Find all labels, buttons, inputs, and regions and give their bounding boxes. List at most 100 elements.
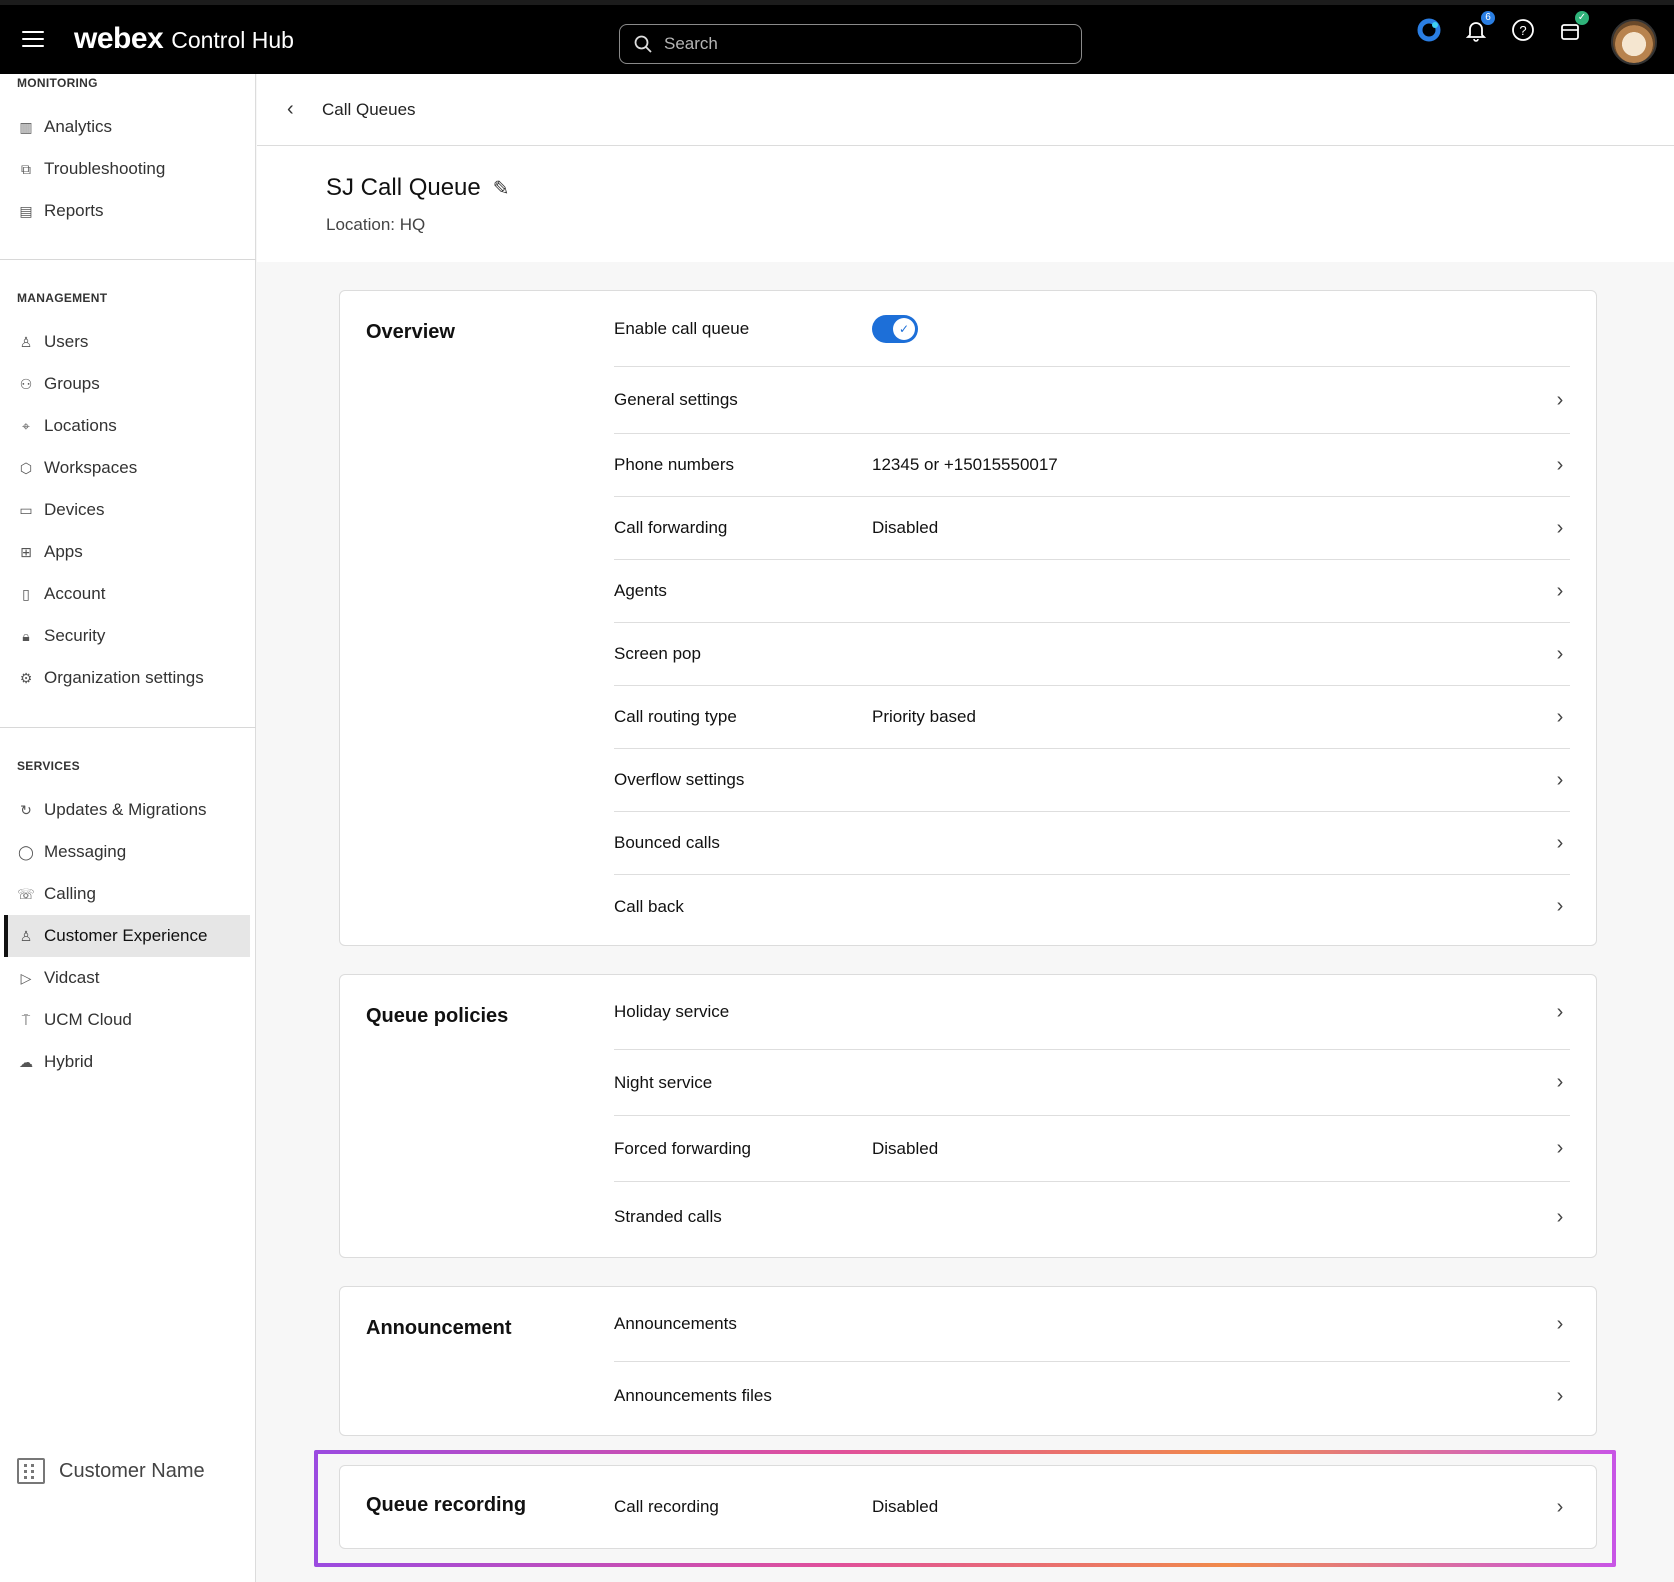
sidebar-divider xyxy=(0,727,256,728)
settings-row-call-recording[interactable]: Call recording Disabled › xyxy=(614,1466,1570,1548)
lock-icon: 🔒︎ xyxy=(22,627,30,644)
product-name: Control Hub xyxy=(171,27,294,53)
sidebar-item-calling[interactable]: ☏ Calling xyxy=(4,873,250,915)
settings-row-announcements[interactable]: Announcements › xyxy=(614,1287,1570,1362)
settings-row-general[interactable]: General settings › xyxy=(614,367,1570,434)
enable-call-queue-label: Enable call queue xyxy=(614,318,750,338)
section-title-monitoring: MONITORING xyxy=(17,76,98,90)
search-box[interactable] xyxy=(619,24,1082,64)
groups-icon: ⚇ xyxy=(19,375,33,392)
sidebar-item-workspaces[interactable]: ⬡ Workspaces xyxy=(4,447,250,489)
settings-row-announcements-files[interactable]: Announcements files › xyxy=(614,1362,1570,1430)
help-icon[interactable]: ? xyxy=(1510,17,1536,43)
message-icon: ◯ xyxy=(18,843,34,860)
chevron-right-icon: › xyxy=(1556,453,1564,476)
settings-row-call-routing-type[interactable]: Call routing type Priority based › xyxy=(614,686,1570,749)
workspaces-icon: ⬡ xyxy=(19,459,33,476)
search-input[interactable] xyxy=(664,34,1044,54)
brand: webex Control Hub xyxy=(74,22,294,56)
devices-icon: ▭ xyxy=(19,501,33,518)
page-header: ‹ Call Queues SJ Call Queue ✎ Location: … xyxy=(257,74,1674,262)
cart-button[interactable]: ✓ xyxy=(1557,11,1589,43)
settings-row-night-service[interactable]: Night service › xyxy=(614,1050,1570,1116)
chevron-right-icon: › xyxy=(1556,768,1564,791)
section-title-services: SERVICES xyxy=(17,759,80,773)
breadcrumb-call-queues[interactable]: Call Queues xyxy=(322,100,416,120)
sidebar-item-hybrid[interactable]: ☁︎ Hybrid xyxy=(4,1041,250,1083)
chevron-right-icon: › xyxy=(1556,1205,1564,1228)
page-title-wrap: SJ Call Queue ✎ xyxy=(326,174,510,202)
settings-row-phone-numbers[interactable]: Phone numbers 12345 or +15015550017 › xyxy=(614,434,1570,497)
settings-row-stranded-calls[interactable]: Stranded calls › xyxy=(614,1182,1570,1252)
settings-row-overflow-settings[interactable]: Overflow settings › xyxy=(614,749,1570,812)
sidebar-item-account[interactable]: ▯ Account xyxy=(4,573,250,615)
sidebar-item-devices[interactable]: ▭ Devices xyxy=(4,489,250,531)
account-icon: ▯ xyxy=(22,585,30,602)
overview-title: Overview xyxy=(366,321,455,343)
sidebar-item-apps[interactable]: ⊞ Apps xyxy=(4,531,250,573)
breadcrumb: ‹ Call Queues xyxy=(257,74,1674,146)
chevron-right-icon: › xyxy=(1556,388,1564,411)
customer-name: Customer Name xyxy=(59,1459,205,1482)
sidebar-item-ucm-cloud[interactable]: ⍑ UCM Cloud xyxy=(4,999,250,1041)
announcement-card: Announcement Announcements › Announcement… xyxy=(339,1286,1597,1436)
check-icon: ✓ xyxy=(893,317,915,340)
location-pin-icon: ⌖ xyxy=(22,417,30,434)
settings-row-agents[interactable]: Agents › xyxy=(614,560,1570,623)
settings-row-forced-forwarding[interactable]: Forced forwarding Disabled › xyxy=(614,1116,1570,1182)
chevron-right-icon: › xyxy=(1556,895,1564,917)
chevron-right-icon: › xyxy=(1556,1137,1564,1159)
user-icon: ♙ xyxy=(19,333,33,350)
menu-icon[interactable] xyxy=(22,31,44,47)
overview-card: Overview Enable call queue ✓ General set… xyxy=(339,290,1597,946)
analytics-icon: ▥ xyxy=(19,118,33,135)
settings-row-holiday-service[interactable]: Holiday service › xyxy=(614,975,1570,1050)
refresh-icon: ↻ xyxy=(20,801,32,818)
chevron-right-icon: › xyxy=(1556,831,1564,854)
announcement-title: Announcement xyxy=(366,1317,512,1339)
sidebar-item-security[interactable]: 🔒︎ Security xyxy=(4,615,250,657)
section-title-management: MANAGEMENT xyxy=(17,291,108,305)
settings-row-call-forwarding[interactable]: Call forwarding Disabled › xyxy=(614,497,1570,560)
gear-icon: ⚙ xyxy=(19,669,33,686)
customer-switcher[interactable]: Customer Name xyxy=(17,1458,205,1484)
notification-badge: 6 xyxy=(1481,11,1495,25)
avatar[interactable] xyxy=(1611,19,1657,65)
pencil-icon[interactable]: ✎ xyxy=(493,176,510,201)
queue-policies-card: Queue policies Holiday service › Night se… xyxy=(339,974,1597,1258)
sidebar-item-vidcast[interactable]: ▷ Vidcast xyxy=(4,957,250,999)
svg-text:?: ? xyxy=(1519,23,1526,38)
chevron-right-icon: › xyxy=(1556,1312,1564,1335)
sidebar-item-troubleshooting[interactable]: ⧉ Troubleshooting xyxy=(4,148,250,190)
sidebar-item-reports[interactable]: ▤ Reports xyxy=(4,190,250,232)
sidebar-item-analytics[interactable]: ▥ Analytics xyxy=(4,106,250,148)
notifications-button[interactable]: 6 xyxy=(1463,11,1495,43)
sidebar-item-messaging[interactable]: ◯ Messaging xyxy=(4,831,250,873)
reports-icon: ▤ xyxy=(19,202,33,219)
cloud-icon: ☁︎ xyxy=(19,1053,33,1070)
settings-row-call-back[interactable]: Call back › xyxy=(614,875,1570,938)
chevron-right-icon: › xyxy=(1556,1495,1564,1518)
settings-row-bounced-calls[interactable]: Bounced calls › xyxy=(614,812,1570,875)
sidebar-item-locations[interactable]: ⌖ Locations xyxy=(4,405,250,447)
back-chevron-icon[interactable]: ‹ xyxy=(287,98,294,121)
troubleshooting-icon: ⧉ xyxy=(21,160,31,177)
cloud-tower-icon: ⍑ xyxy=(21,1011,31,1028)
sidebar-item-customer-experience[interactable]: ♙ Customer Experience xyxy=(4,915,250,957)
sidebar-item-users[interactable]: ♙ Users xyxy=(4,321,250,363)
sidebar-item-updates-migrations[interactable]: ↻ Updates & Migrations xyxy=(4,789,250,831)
webex-status-icon[interactable] xyxy=(1416,17,1442,43)
page-title: SJ Call Queue xyxy=(326,174,481,201)
sidebar-item-organization-settings[interactable]: ⚙ Organization settings xyxy=(4,657,250,699)
enable-call-queue-row: Enable call queue ✓ xyxy=(614,291,1570,367)
webex-logo: webex xyxy=(74,22,164,55)
check-badge-icon: ✓ xyxy=(1575,11,1589,25)
queue-recording-card: Queue recording Call recording Disabled › xyxy=(339,1465,1597,1549)
enable-call-queue-toggle[interactable]: ✓ xyxy=(872,314,918,343)
sidebar-item-groups[interactable]: ⚇ Groups xyxy=(4,363,250,405)
settings-row-screen-pop[interactable]: Screen pop › xyxy=(614,623,1570,686)
sidebar: MONITORING ▥ Analytics ⧉ Troubleshooting ▤… xyxy=(0,74,256,1582)
chevron-right-icon: › xyxy=(1556,579,1564,602)
top-bar: webex Control Hub 6 ? ✓ xyxy=(0,0,1674,74)
headset-icon: ♙ xyxy=(19,927,33,944)
